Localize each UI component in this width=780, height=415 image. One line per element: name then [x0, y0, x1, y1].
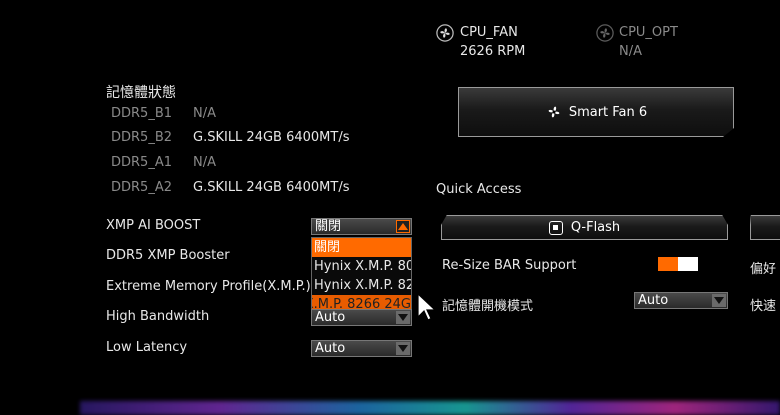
slot-name: DDR5_A1 — [111, 155, 172, 170]
fan-icon — [436, 24, 454, 42]
boot-mode-select[interactable]: Auto — [634, 292, 728, 309]
dropdown-option[interactable]: 關閉 — [312, 238, 411, 257]
slot-value: G.SKILL 24GB 6400MT/s — [193, 180, 350, 195]
smart-fan-label: Smart Fan 6 — [568, 104, 648, 120]
right-label: 快速 — [750, 299, 777, 314]
chevron-down-icon — [396, 311, 410, 324]
mouse-cursor-icon — [417, 292, 437, 325]
chip-icon — [548, 220, 563, 235]
fan-icon — [596, 24, 614, 42]
qflash-label: Q-Flash — [570, 220, 621, 235]
dropdown-option[interactable]: Hynix X.M.P. 800 — [312, 257, 411, 276]
right-label: 偏好 — [750, 262, 777, 277]
boot-mode-value: Auto — [638, 293, 669, 308]
qflash-button[interactable]: Q-Flash — [441, 215, 728, 240]
cpu-fan-name: CPU_FAN — [460, 25, 518, 40]
setting-label: DDR5 XMP Booster — [106, 248, 230, 263]
chevron-up-icon — [396, 220, 410, 233]
chevron-down-icon — [396, 342, 410, 355]
quick-access-title: Quick Access — [436, 182, 522, 197]
smart-fan-button[interactable]: Smart Fan 6 — [458, 87, 734, 137]
rgb-glow-strip — [80, 401, 780, 415]
slot-value: G.SKILL 24GB 6400MT/s — [193, 130, 350, 145]
select-value: Auto — [315, 310, 346, 325]
cpu-opt-value: N/A — [619, 44, 642, 59]
memory-status-title: 記憶體狀態 — [106, 85, 176, 101]
high-bandwidth-select[interactable]: Auto — [311, 309, 412, 326]
xmp-ai-boost-select[interactable]: 關閉 — [311, 218, 412, 235]
select-value: 關閉 — [315, 219, 342, 234]
setting-label: Low Latency — [106, 340, 188, 355]
slot-value: N/A — [193, 155, 216, 170]
setting-label: XMP AI BOOST — [106, 218, 201, 233]
boot-mode-label: 記憶體開機模式 — [442, 299, 534, 314]
cpu-fan-rpm: 2626 RPM — [460, 44, 526, 59]
dropdown-list: 關閉 Hynix X.M.P. 800 Hynix X.M.P. 820 X.M… — [311, 237, 412, 315]
resize-bar-toggle[interactable] — [658, 257, 698, 271]
quick-access-button[interactable] — [750, 215, 780, 240]
fan-icon — [545, 103, 563, 121]
cpu-opt-name: CPU_OPT — [619, 25, 678, 40]
setting-label: High Bandwidth — [106, 309, 210, 324]
slot-name: DDR5_A2 — [111, 180, 172, 195]
slot-name: DDR5_B1 — [111, 106, 173, 121]
setting-label: Extreme Memory Profile(X.M.P.) — [106, 279, 311, 294]
resize-bar-label: Re-Size BAR Support — [442, 258, 577, 273]
select-value: Auto — [315, 341, 346, 356]
low-latency-select[interactable]: Auto — [311, 340, 412, 357]
slot-value: N/A — [193, 106, 216, 121]
chevron-down-icon — [712, 294, 726, 307]
slot-name: DDR5_B2 — [111, 130, 173, 145]
dropdown-option[interactable]: Hynix X.M.P. 820 — [312, 276, 411, 295]
